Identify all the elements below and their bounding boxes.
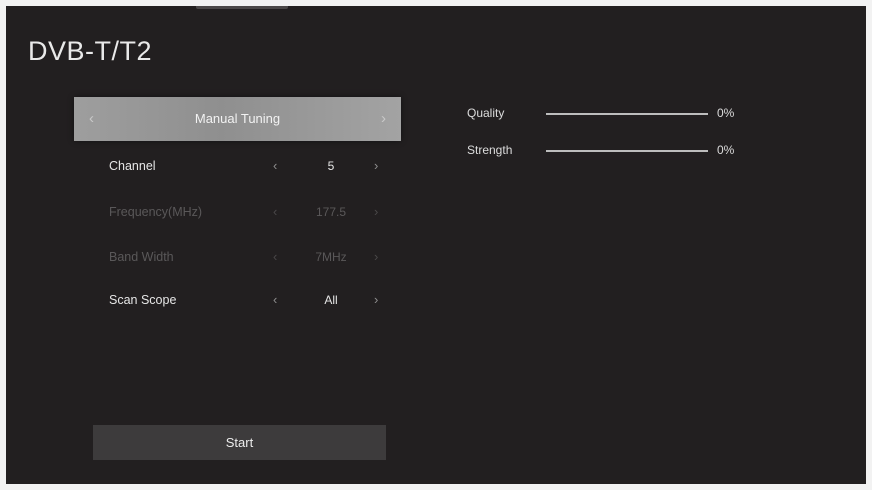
strength-value: 0% <box>717 143 735 157</box>
frequency-value: 177.5 <box>315 205 347 219</box>
chevron-left-icon[interactable]: ‹ <box>273 293 277 306</box>
chevron-right-icon[interactable]: › <box>374 159 378 172</box>
quality-bar <box>546 113 708 115</box>
frequency-label: Frequency(MHz) <box>109 205 203 219</box>
chevron-left-icon[interactable]: ‹ <box>273 159 277 172</box>
tuning-mode-label: Manual Tuning <box>194 111 281 126</box>
channel-value: 5 <box>327 159 335 173</box>
chevron-left-icon: ‹ <box>273 249 278 264</box>
page-title: DVB-T/T2 <box>28 36 153 66</box>
strength-label: Strength <box>467 143 513 157</box>
chevron-right-icon[interactable]: › <box>381 111 386 126</box>
strength-bar <box>546 150 708 152</box>
channel-row[interactable]: Channel ‹ 5 › <box>74 157 401 177</box>
scan-scope-row[interactable]: Scan Scope ‹ All › <box>74 291 401 311</box>
chevron-right-icon[interactable]: › <box>374 293 378 306</box>
band-width-label: Band Width <box>109 250 174 264</box>
start-button[interactable]: Start <box>93 425 386 460</box>
frequency-row: Frequency(MHz) ‹ 177.5 › <box>74 203 401 223</box>
channel-label: Channel <box>109 159 156 173</box>
quality-label: Quality <box>467 106 505 120</box>
chevron-right-icon: › <box>374 249 379 264</box>
chevron-right-icon: › <box>374 204 379 219</box>
scan-scope-value: All <box>324 293 338 307</box>
strength-meter: Strength 0% <box>467 142 767 160</box>
quality-value: 0% <box>717 106 735 120</box>
tuning-mode-selector[interactable]: ‹ Manual Tuning › <box>74 97 401 141</box>
scan-scope-label: Scan Scope <box>109 293 177 307</box>
band-width-row: Band Width ‹ 7MHz › <box>74 248 401 268</box>
chevron-left-icon: ‹ <box>273 204 278 219</box>
tv-screen: DVB-T/T2 ‹ Manual Tuning › Channel ‹ 5 ›… <box>6 6 866 484</box>
band-width-value: 7MHz <box>315 250 347 264</box>
quality-meter: Quality 0% <box>467 105 767 123</box>
top-indicator <box>196 6 288 9</box>
